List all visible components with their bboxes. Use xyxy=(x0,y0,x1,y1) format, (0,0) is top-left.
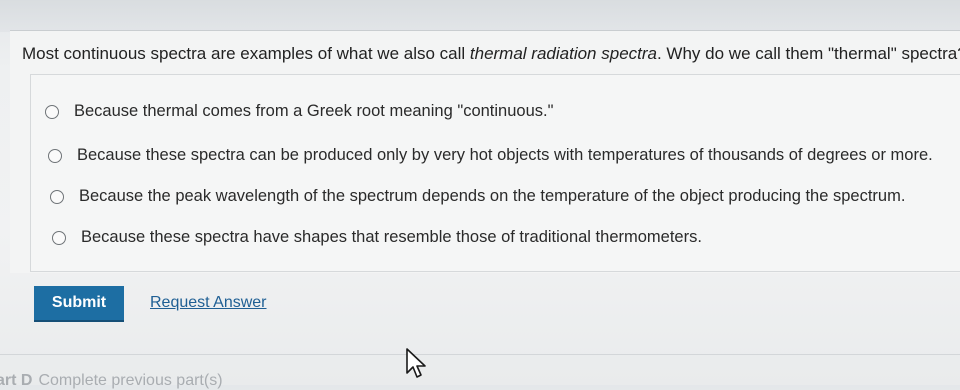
radio-button-icon[interactable] xyxy=(50,189,64,204)
answer-option-label: Because the peak wavelength of the spect… xyxy=(79,187,906,205)
question-text-italic: thermal radiation spectra xyxy=(469,44,657,63)
answer-option-3[interactable]: Because the peak wavelength of the spect… xyxy=(50,187,905,206)
top-strip xyxy=(0,0,960,32)
request-answer-link[interactable]: Request Answer xyxy=(150,294,267,312)
answer-option-label: Because these spectra have shapes that r… xyxy=(81,228,702,246)
radio-button-icon[interactable] xyxy=(45,104,59,119)
next-part-header[interactable]: art D Complete previous part(s) xyxy=(0,372,223,390)
answer-option-4[interactable]: Because these spectra have shapes that r… xyxy=(52,228,702,247)
answer-option-1[interactable]: Because thermal comes from a Greek root … xyxy=(45,102,553,121)
radio-button-icon[interactable] xyxy=(48,148,62,163)
question-text-before: Most continuous spectra are examples of … xyxy=(22,44,470,63)
question-text-after: . Why do we call them "thermal" spectra? xyxy=(656,44,960,63)
section-divider xyxy=(0,354,960,355)
answer-option-label: Because thermal comes from a Greek root … xyxy=(74,102,554,120)
radio-button-icon[interactable] xyxy=(52,230,66,245)
next-part-label: art D xyxy=(0,372,33,389)
submit-button[interactable]: Submit xyxy=(34,286,124,322)
answer-option-2[interactable]: Because these spectra can be produced on… xyxy=(48,146,933,165)
question-prompt: Most continuous spectra are examples of … xyxy=(22,43,960,65)
mouse-pointer-icon xyxy=(406,348,426,378)
next-part-status: Complete previous part(s) xyxy=(38,372,223,389)
answer-option-label: Because these spectra can be produced on… xyxy=(77,146,933,164)
